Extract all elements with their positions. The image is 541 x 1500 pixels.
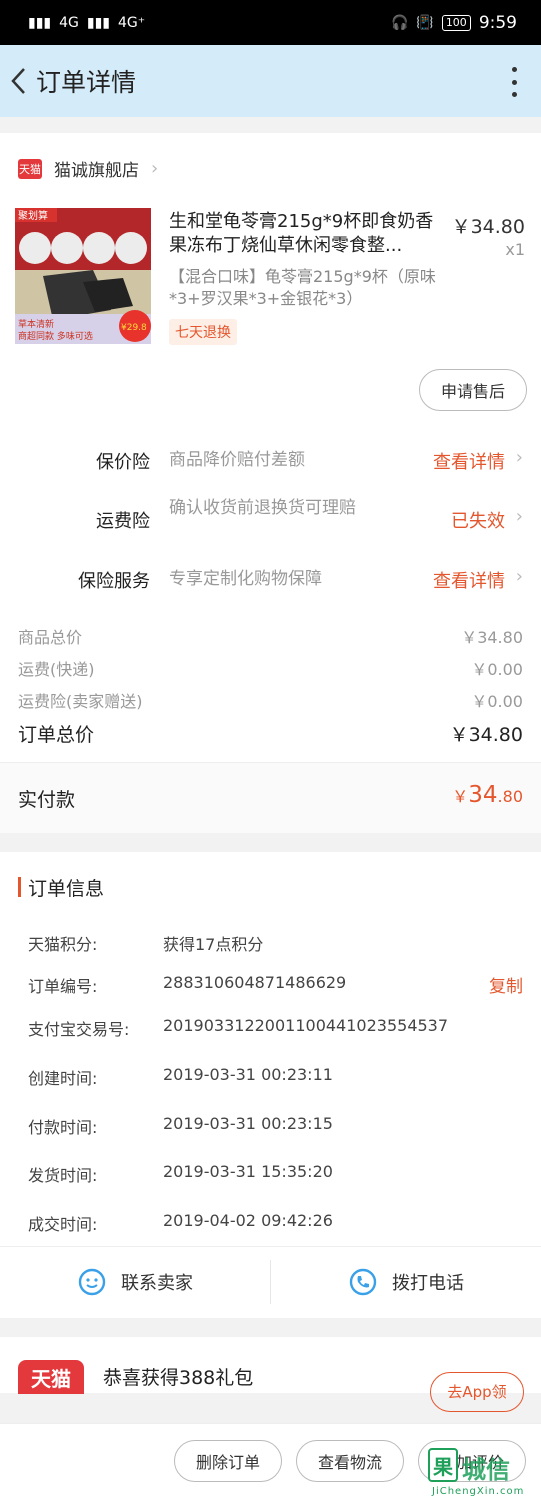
paid-currency: ￥ <box>452 787 469 806</box>
page-title: 订单详情 <box>36 68 137 97</box>
shipping-insurance-label: 运费险 <box>96 511 150 532</box>
signal-icon: ▮▮▮ <box>28 14 52 31</box>
contact-seller-button[interactable]: 联系卖家 <box>0 1247 270 1317</box>
shipping-insurance-fee-label: 运费险(卖家赠送) <box>18 692 143 711</box>
alipay-trade-value: 2019033122001100441023554537 <box>163 1016 449 1035</box>
product-name[interactable]: 生和堂龟苓膏215g*9杯即食奶香果冻布丁烧仙草休闲零食整... <box>169 210 444 258</box>
points-value: 获得17点积分 <box>163 935 264 954</box>
phone-icon <box>349 1268 377 1296</box>
svg-text:草本清新: 草本清新 <box>18 318 54 330</box>
store-link[interactable]: 天猫 猫诚旗舰店 › <box>18 156 158 181</box>
chevron-right-icon: › <box>515 447 523 468</box>
tmall-logo-icon: 天猫 <box>18 158 42 179</box>
paid-time-value: 2019-03-31 00:23:15 <box>163 1114 333 1133</box>
status-left: ▮▮▮ 4G ▮▮▮ 4G⁺ <box>28 15 145 31</box>
more-menu-button[interactable] <box>507 67 521 97</box>
claim-in-app-button[interactable]: 去App领 <box>430 1372 524 1412</box>
product-price: ￥34.80 <box>451 216 525 238</box>
dot-icon <box>511 67 517 72</box>
product-quantity: x1 <box>505 240 525 259</box>
status-bar: ▮▮▮ 4G ▮▮▮ 4G⁺ 🎧 📳 100 9:59 <box>0 0 541 45</box>
order-info-title: 订单信息 <box>28 878 105 900</box>
tmall-logo: 天猫 <box>18 1360 84 1394</box>
order-number-label: 订单编号: <box>28 977 98 996</box>
shipping-fee-label: 运费(快递) <box>18 660 95 679</box>
goods-total-value: ￥34.80 <box>461 628 523 647</box>
price-protection-desc: 商品降价赔付差额 <box>169 450 305 470</box>
promo-text: 恭喜获得388礼包 <box>103 1367 254 1389</box>
network-type-2: 4G⁺ <box>118 14 146 31</box>
paid-time-label: 付款时间: <box>28 1118 98 1137</box>
chevron-left-icon <box>11 68 25 94</box>
copy-order-number-button[interactable]: 复制 <box>489 972 523 997</box>
chevron-right-icon: › <box>515 566 523 587</box>
product-image: 聚划算 草本清新 商超同款 多味可选 ¥29.8 <box>15 208 151 344</box>
svg-text:聚划算: 聚划算 <box>18 209 48 222</box>
price-protection-label: 保价险 <box>96 452 150 473</box>
watermark-text: 城信 <box>462 1456 510 1484</box>
section-accent-bar <box>18 877 21 897</box>
product-sku: 【混合口味】龟苓膏215g*9杯（原味*3+罗汉果*3+金银花*3） <box>169 267 436 308</box>
clock: 9:59 <box>478 12 517 33</box>
chevron-right-icon: › <box>515 506 523 527</box>
chat-face-icon <box>78 1268 106 1296</box>
back-button[interactable] <box>0 45 36 117</box>
headset-icon: 🎧 <box>390 14 409 31</box>
shipping-insurance-fee-value: ￥0.00 <box>471 692 523 711</box>
completed-time-label: 成交时间: <box>28 1215 98 1234</box>
call-phone-label: 拨打电话 <box>392 1273 464 1294</box>
shipped-time-label: 发货时间: <box>28 1166 98 1185</box>
paid-dec: .80 <box>497 787 523 806</box>
svg-text:商超同款 多味可选: 商超同款 多味可选 <box>18 330 93 342</box>
order-number-value: 288310604871486629 <box>163 973 347 992</box>
goods-total-label: 商品总价 <box>18 628 83 647</box>
insurance-service-desc: 专享定制化购物保障 <box>169 569 322 589</box>
watermark-logo: 果 <box>428 1448 458 1482</box>
alipay-trade-label: 支付宝交易号: <box>28 1020 130 1039</box>
paid-amount: ￥34.80 <box>452 782 523 808</box>
apply-after-sale-button[interactable]: 申请售后 <box>419 369 527 411</box>
contact-seller-label: 联系卖家 <box>121 1273 193 1294</box>
order-total-label: 订单总价 <box>18 724 95 746</box>
shipping-fee-value: ￥0.00 <box>471 660 523 679</box>
network-type: 4G <box>59 14 79 31</box>
vibrate-icon: 📳 <box>416 14 434 31</box>
call-phone-button[interactable]: 拨打电话 <box>271 1247 541 1317</box>
view-logistics-button[interactable]: 查看物流 <box>296 1440 404 1482</box>
watermark-url: JiChengXin.com <box>432 1486 525 1497</box>
delete-order-button[interactable]: 删除订单 <box>174 1440 282 1482</box>
created-time-value: 2019-03-31 00:23:11 <box>163 1065 333 1084</box>
return-policy-badge: 七天退换 <box>169 319 237 345</box>
product-thumbnail[interactable]: 聚划算 草本清新 商超同款 多味可选 ¥29.8 <box>15 208 151 344</box>
svg-text:¥29.8: ¥29.8 <box>121 323 147 333</box>
nav-bar: 订单详情 <box>0 45 541 117</box>
dot-icon <box>511 92 517 97</box>
signal-icon-2: ▮▮▮ <box>86 14 111 31</box>
insurance-service-link[interactable]: 查看详情 <box>433 567 505 593</box>
order-total-value: ￥34.80 <box>449 724 523 746</box>
dot-icon <box>511 79 517 85</box>
shipping-insurance-desc: 确认收货前退换货可理赔 <box>169 498 356 518</box>
battery-icon: 100 <box>441 14 471 31</box>
shipped-time-value: 2019-03-31 15:35:20 <box>163 1162 333 1181</box>
price-protection-link[interactable]: 查看详情 <box>433 448 505 474</box>
insurance-service-label: 保险服务 <box>78 571 150 592</box>
paid-int: 34 <box>468 782 498 808</box>
shipping-insurance-status[interactable]: 已失效 <box>451 507 505 533</box>
watermark: 果 城信 JiChengXin.com <box>424 1448 541 1500</box>
created-time-label: 创建时间: <box>28 1069 98 1088</box>
points-label: 天猫积分: <box>28 935 98 954</box>
status-right: 🎧 📳 100 9:59 <box>391 13 517 33</box>
completed-time-value: 2019-04-02 09:42:26 <box>163 1211 333 1230</box>
chevron-right-icon: › <box>151 158 159 179</box>
paid-label: 实付款 <box>18 789 76 811</box>
store-name: 猫诚旗舰店 <box>54 161 139 181</box>
